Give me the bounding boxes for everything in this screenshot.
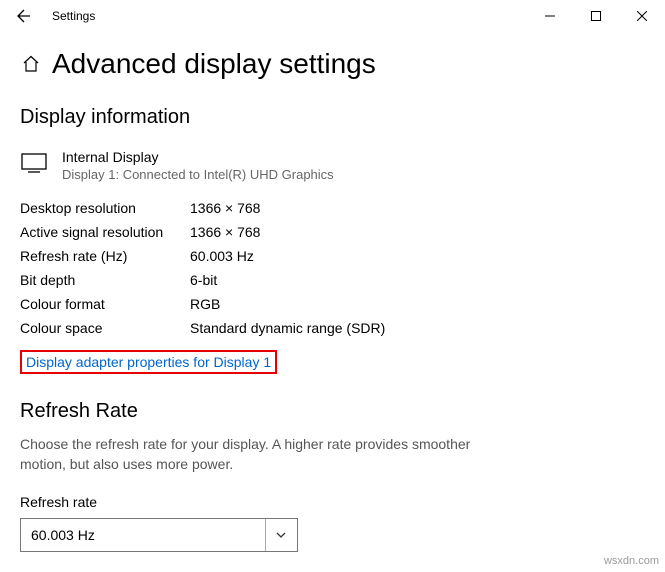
- spec-value-colour-format: RGB: [190, 296, 645, 312]
- home-icon-svg: [21, 54, 41, 74]
- spec-value-bit-depth: 6-bit: [190, 272, 645, 288]
- display-name: Internal Display: [62, 149, 334, 165]
- back-button[interactable]: [8, 8, 40, 24]
- spec-label-colour-space: Colour space: [20, 320, 190, 336]
- window-title: Settings: [52, 9, 95, 23]
- spec-value-active-signal: 1366 × 768: [190, 224, 645, 240]
- refresh-rate-heading: Refresh Rate: [20, 400, 645, 423]
- maximize-icon: [591, 11, 601, 21]
- content-area: Advanced display settings Display inform…: [0, 32, 665, 572]
- minimize-icon: [545, 11, 555, 21]
- highlight-annotation: Display adapter properties for Display 1: [20, 350, 277, 374]
- spec-value-colour-space: Standard dynamic range (SDR): [190, 320, 645, 336]
- window-controls: [527, 0, 665, 32]
- close-button[interactable]: [619, 0, 665, 32]
- watermark: wsxdn.com: [604, 555, 659, 567]
- chevron-down-icon: [265, 519, 295, 551]
- refresh-rate-selected-value: 60.003 Hz: [31, 527, 95, 543]
- refresh-rate-description: Choose the refresh rate for your display…: [20, 435, 520, 474]
- home-icon[interactable]: [20, 53, 42, 75]
- display-spec-table: Desktop resolution 1366 × 768 Active sig…: [20, 200, 645, 336]
- display-identity: Internal Display Display 1: Connected to…: [20, 149, 645, 182]
- spec-label-colour-format: Colour format: [20, 296, 190, 312]
- spec-value-desktop-resolution: 1366 × 768: [190, 200, 645, 216]
- refresh-rate-select-label: Refresh rate: [20, 494, 645, 510]
- page-header: Advanced display settings: [20, 48, 645, 80]
- maximize-button[interactable]: [573, 0, 619, 32]
- display-adapter-link[interactable]: Display adapter properties for Display 1: [22, 352, 275, 372]
- spec-value-refresh-rate: 60.003 Hz: [190, 248, 645, 264]
- minimize-button[interactable]: [527, 0, 573, 32]
- monitor-icon: [20, 149, 48, 177]
- spec-label-active-signal: Active signal resolution: [20, 224, 190, 240]
- titlebar: Settings: [0, 0, 665, 32]
- spec-label-desktop-resolution: Desktop resolution: [20, 200, 190, 216]
- spec-label-refresh-rate: Refresh rate (Hz): [20, 248, 190, 264]
- page-title: Advanced display settings: [52, 48, 376, 80]
- display-info-heading: Display information: [20, 106, 645, 129]
- spec-label-bit-depth: Bit depth: [20, 272, 190, 288]
- arrow-left-icon: [16, 8, 32, 24]
- close-icon: [637, 11, 647, 21]
- display-subtitle: Display 1: Connected to Intel(R) UHD Gra…: [62, 167, 334, 182]
- refresh-rate-select[interactable]: 60.003 Hz: [20, 518, 298, 552]
